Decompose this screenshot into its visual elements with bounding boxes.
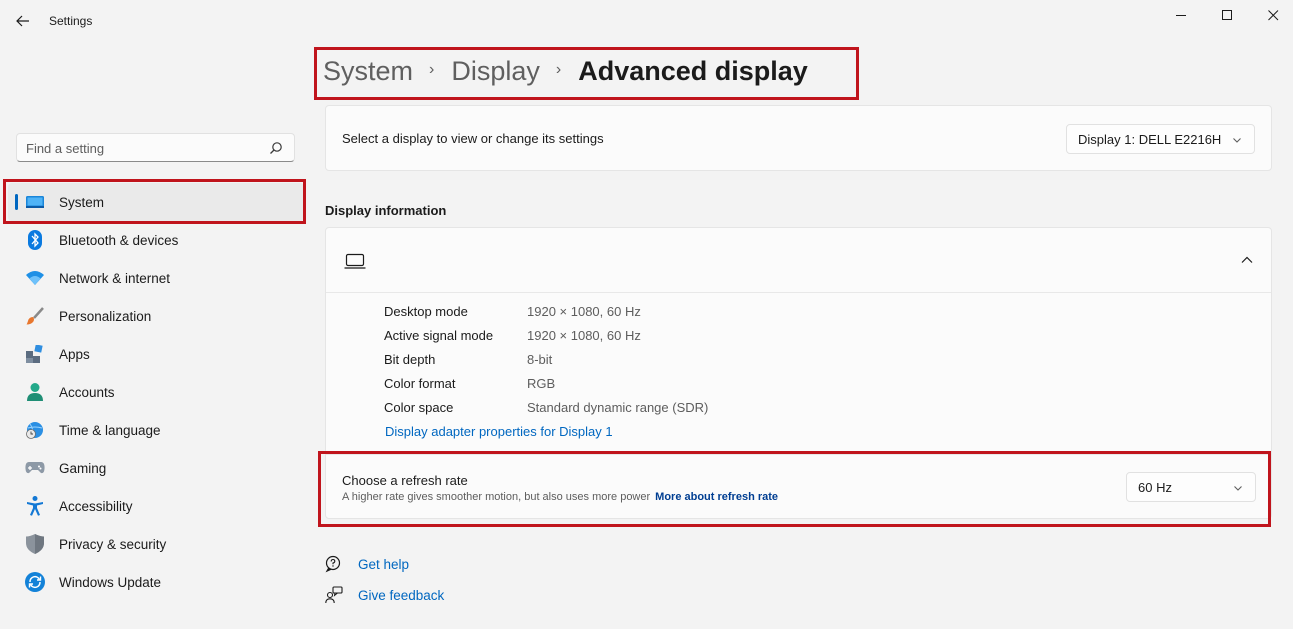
refresh-rate-row: Choose a refresh rate A higher rate give… [326,454,1271,519]
shield-icon [25,534,45,554]
sidebar-item-label: Time & language [59,422,161,438]
app-title: Settings [49,14,93,28]
display-select-card: Select a display to view or change its s… [325,105,1272,171]
info-value: 1920 × 1080, 60 Hz [527,304,641,319]
display-dropdown[interactable]: Display 1: DELL E2216H [1066,124,1255,154]
person-icon [25,382,45,402]
update-icon [25,572,45,592]
apps-icon [25,344,45,364]
maximize-icon [1221,9,1232,20]
breadcrumb-display[interactable]: Display [451,56,540,87]
info-value: RGB [527,376,556,391]
info-key: Color space [384,400,454,415]
sidebar-item-personalization[interactable]: Personalization [8,297,304,335]
sidebar-item-label: System [59,194,105,210]
page-title: Advanced display [578,55,808,86]
info-key: Desktop mode [384,304,468,319]
sidebar-item-time-language[interactable]: Time & language [8,411,304,449]
get-help-label: Get help [358,557,410,572]
title-bar: Settings [0,0,1293,42]
minimize-icon [1175,14,1186,16]
sidebar-nav: System Bluetooth & devices Network & int… [8,183,304,601]
feedback-icon [325,586,343,604]
chevron-right-icon: › [555,61,562,78]
refresh-rate-title: Choose a refresh rate [342,473,468,488]
info-key: Active signal mode [384,328,494,343]
sidebar-item-label: Accounts [59,384,115,400]
refresh-rate-description: A higher rate gives smoother motion, but… [342,491,651,503]
section-title-display-information: Display information [325,203,447,218]
minimize-button[interactable] [1158,0,1204,30]
sidebar-item-system[interactable]: System [8,183,304,221]
back-arrow-icon [16,15,29,27]
close-button[interactable] [1250,0,1293,30]
refresh-rate-dropdown[interactable]: 60 Hz [1126,472,1256,502]
sidebar-item-gaming[interactable]: Gaming [8,449,304,487]
search-box [16,133,295,162]
info-value: 8-bit [527,352,553,367]
chevron-right-icon: › [429,61,435,78]
info-value: Standard dynamic range (SDR) [527,400,709,415]
info-value: 1920 × 1080, 60 Hz [527,328,641,343]
breadcrumb-system[interactable]: System [323,56,413,87]
sidebar-item-label: Personalization [59,308,152,324]
paintbrush-icon [25,306,45,326]
more-about-refresh-rate-link[interactable]: More about refresh rate [655,491,778,503]
sidebar-item-windows-update[interactable]: Windows Update [8,563,304,601]
display-select-label: Select a display to view or change its s… [342,131,604,146]
chevron-down-icon [1233,138,1241,143]
chevron-down-icon [1234,486,1242,491]
refresh-rate-dropdown-value: 60 Hz [1138,479,1172,495]
sidebar-item-label: Bluetooth & devices [59,232,179,248]
breadcrumb: System › Display › Advanced display [323,52,808,90]
sidebar-item-label: Windows Update [59,574,162,590]
sidebar-item-bluetooth[interactable]: Bluetooth & devices [8,221,304,259]
display-info-card: Desktop mode 1920 × 1080, 60 Hz Active s… [325,227,1272,519]
sidebar-item-accessibility[interactable]: Accessibility [8,487,304,525]
sidebar-item-label: Privacy & security [59,536,167,552]
chevron-up-icon[interactable] [1239,252,1255,268]
back-button[interactable] [10,8,36,34]
display-adapter-properties-link[interactable]: Display adapter properties for Display 1 [385,424,613,439]
system-icon [25,192,45,212]
sidebar-item-label: Network & internet [59,270,171,286]
wifi-icon [25,268,45,288]
sidebar-item-network[interactable]: Network & internet [8,259,304,297]
close-icon [1267,9,1278,20]
info-key: Bit depth [384,352,436,367]
search-input[interactable] [26,139,261,157]
display-info-header[interactable] [326,228,1271,293]
sidebar-item-label: Apps [59,346,90,362]
accessibility-icon [25,496,45,516]
display-dropdown-value: Display 1: DELL E2216H [1078,131,1222,147]
bluetooth-icon [25,230,45,250]
sidebar-item-apps[interactable]: Apps [8,335,304,373]
sidebar-item-label: Gaming [59,460,107,476]
monitor-icon [344,253,366,269]
gamepad-icon [25,458,45,478]
search-icon[interactable] [269,141,283,155]
sidebar-item-label: Accessibility [59,498,133,514]
globe-clock-icon [25,420,45,440]
info-key: Color format [384,376,456,391]
give-feedback-label: Give feedback [358,588,445,603]
refresh-rate-description-line: A higher rate gives smoother motion, but… [342,491,778,503]
sidebar-item-privacy-security[interactable]: Privacy & security [8,525,304,563]
help-chat-icon [325,555,341,573]
sidebar-item-accounts[interactable]: Accounts [8,373,304,411]
maximize-button[interactable] [1204,0,1250,30]
active-indicator [15,194,18,210]
